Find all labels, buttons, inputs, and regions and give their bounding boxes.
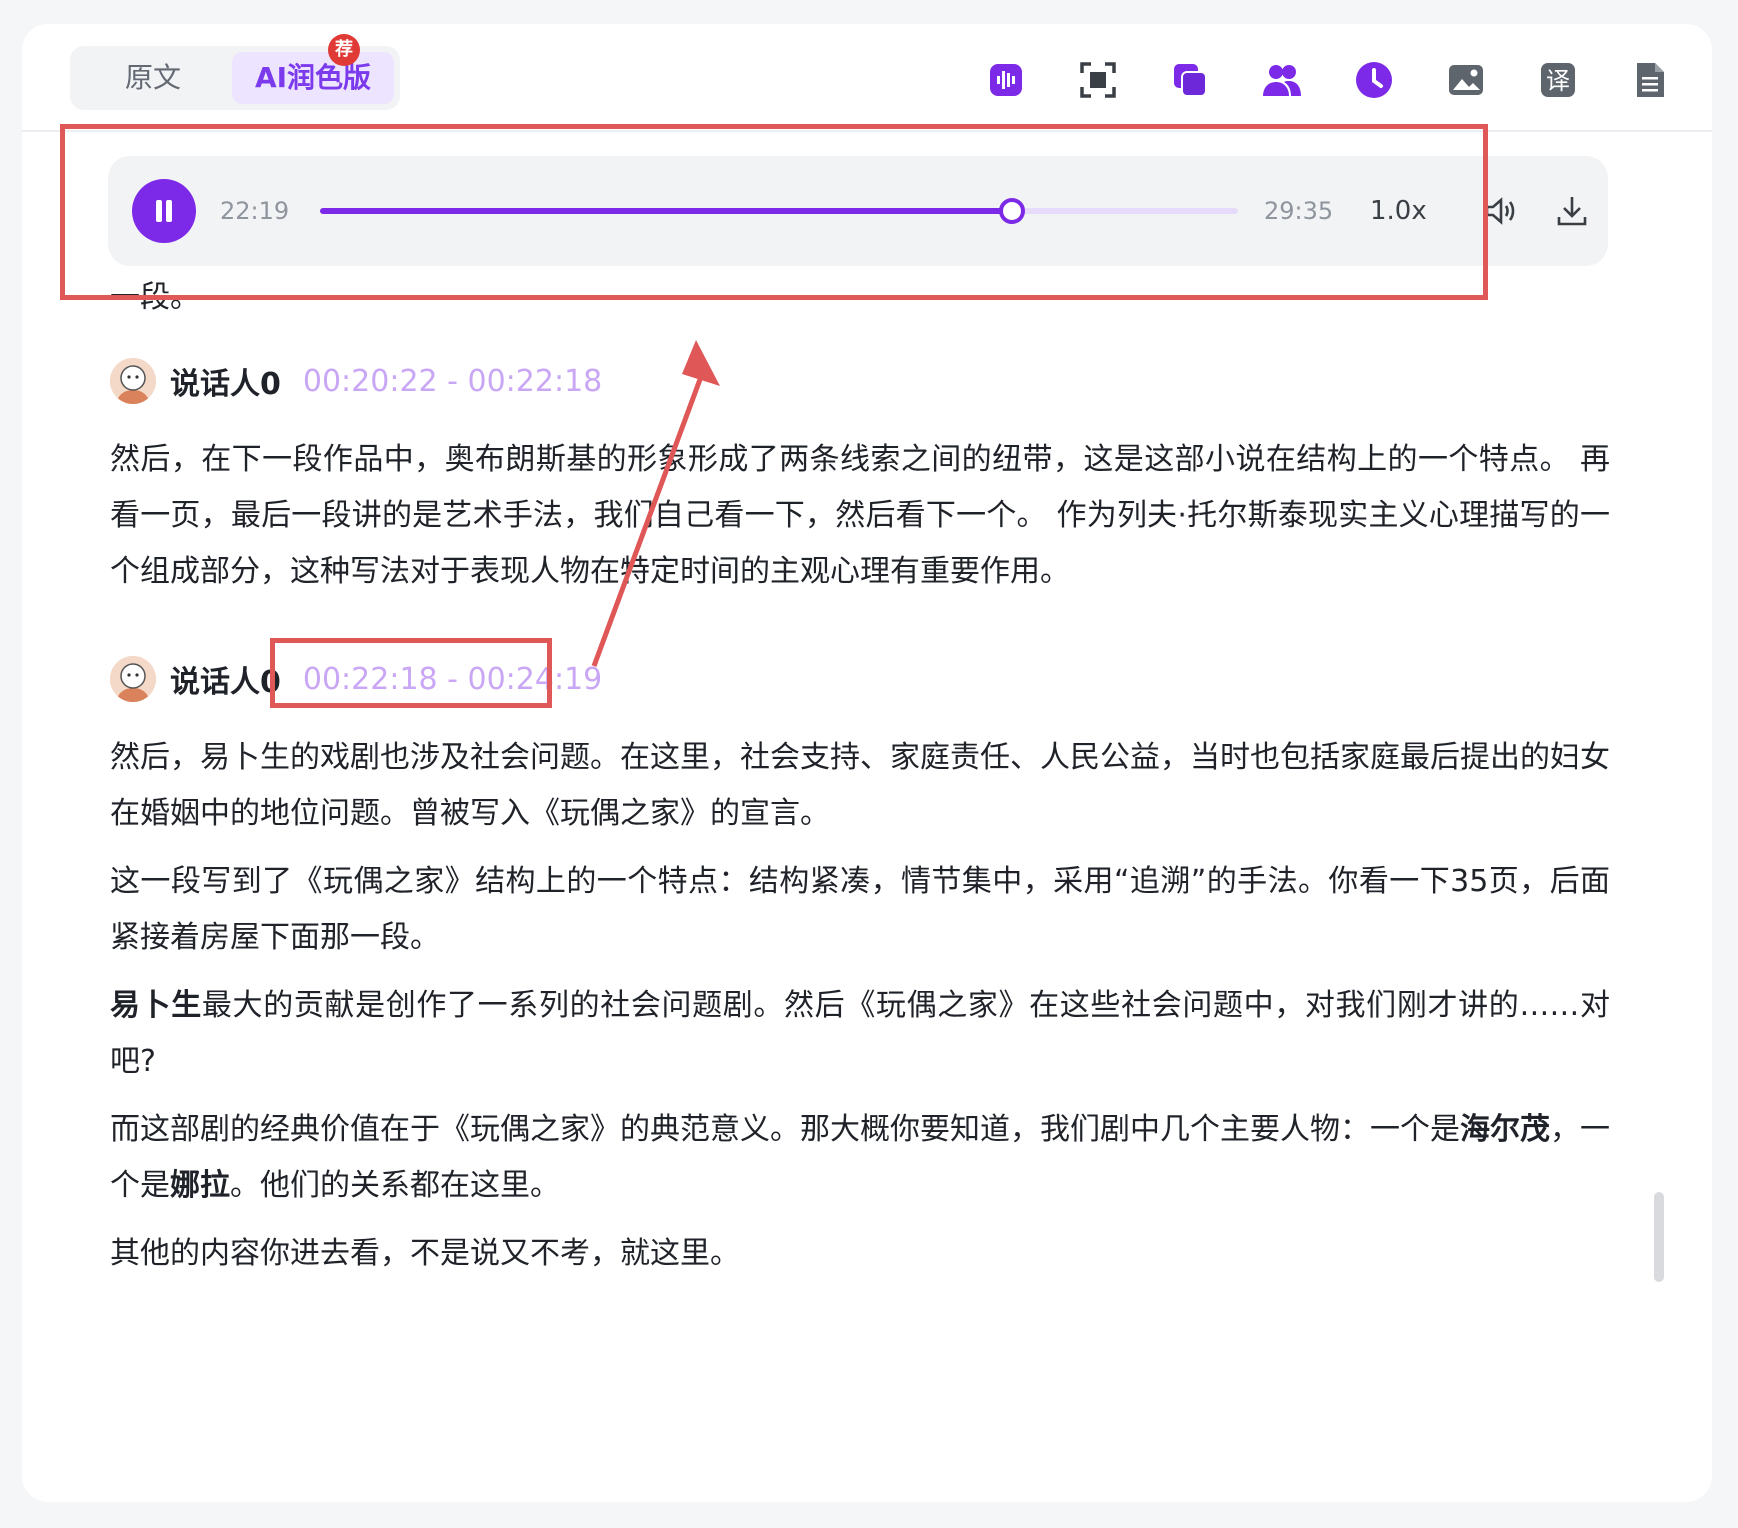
volume-icon[interactable] [1482, 193, 1518, 229]
bold-term: 娜拉 [170, 1168, 230, 1203]
current-time: 22:19 [220, 197, 290, 225]
download-icon[interactable] [1554, 193, 1590, 229]
tab-ai-polished[interactable]: AI润色版 [232, 52, 394, 104]
paragraph: 其他的内容你进去看，不是说又不考，就这里。 [110, 1236, 740, 1271]
audio-player: 22:19 29:35 1.0x [108, 156, 1608, 266]
segment-timestamp[interactable]: 00:22:18 - 00:24:19 [303, 662, 602, 697]
speaker-header: 说话人0 00:20:22 - 00:22:18 [110, 356, 602, 406]
total-time: 29:35 [1264, 197, 1334, 225]
previous-text-tail: 一段。 [110, 280, 200, 315]
playback-speed[interactable]: 1.0x [1370, 192, 1427, 230]
users-icon[interactable] [1262, 60, 1302, 100]
progress-slider[interactable] [320, 198, 1238, 224]
speaker-name[interactable]: 说话人0 [170, 359, 281, 403]
tab-original[interactable]: 原文 [78, 52, 228, 104]
transcript-card: 原文 AI润色版 荐 译 22:19 29:35 1.0x 一段。 说话人0 0… [22, 24, 1712, 1502]
paragraph: 这一段写到了《玩偶之家》结构上的一个特点：结构紧凑，情节集中，采用“追溯”的手法… [110, 864, 1610, 955]
avatar [110, 656, 156, 702]
paragraph: 而这部剧的经典价值在于《玩偶之家》的典范意义。那大概你要知道，我们剧中几个主要人… [110, 1102, 1610, 1214]
copy-icon[interactable] [1170, 60, 1210, 100]
progress-fill [320, 208, 1013, 214]
scrollbar[interactable] [1654, 1192, 1664, 1282]
avatar [110, 358, 156, 404]
paragraph: 易卜生最大的贡献是创作了一系列的社会问题剧。然后《玩偶之家》在这些社会问题中，对… [110, 978, 1610, 1090]
clock-icon[interactable] [1354, 60, 1394, 100]
scan-icon[interactable] [1078, 60, 1118, 100]
recommend-badge: 荐 [328, 34, 360, 66]
document-icon[interactable] [1630, 60, 1670, 100]
paragraph: 然后，易卜生的戏剧也涉及社会问题。在这里，社会支持、家庭责任、人民公益，当时也包… [110, 740, 1610, 831]
paragraph-text: 而这部剧的经典价值在于《玩偶之家》的典范意义。那大概你要知道，我们剧中几个主要人… [110, 1112, 1460, 1147]
top-toolbar: 原文 AI润色版 荐 译 [22, 24, 1712, 132]
image-icon[interactable] [1446, 60, 1486, 100]
paragraph-text: 。他们的关系都在这里。 [230, 1168, 560, 1203]
pause-icon-bar [166, 200, 172, 222]
audio-wave-icon[interactable] [986, 60, 1026, 100]
translate-glyph: 译 [1546, 67, 1570, 95]
pause-button[interactable] [132, 179, 196, 243]
bold-term: 海尔茂 [1460, 1112, 1550, 1147]
arrow-head [682, 340, 720, 386]
speaker-header: 说话人0 00:22:18 - 00:24:19 [110, 654, 602, 704]
speaker-name[interactable]: 说话人0 [170, 657, 281, 701]
paragraph-text: 最大的贡献是创作了一系列的社会问题剧。然后《玩偶之家》在这些社会问题中，对我们刚… [110, 988, 1611, 1079]
translate-icon[interactable]: 译 [1538, 60, 1578, 100]
progress-thumb[interactable] [999, 198, 1026, 224]
paragraph: 然后，在下一段作品中，奥布朗斯基的形象形成了两条线索之间的纽带，这是这部小说在结… [110, 442, 1610, 589]
bold-term: 易卜生 [110, 988, 202, 1023]
segment-timestamp[interactable]: 00:20:22 - 00:22:18 [303, 364, 602, 399]
pause-icon [156, 200, 162, 222]
